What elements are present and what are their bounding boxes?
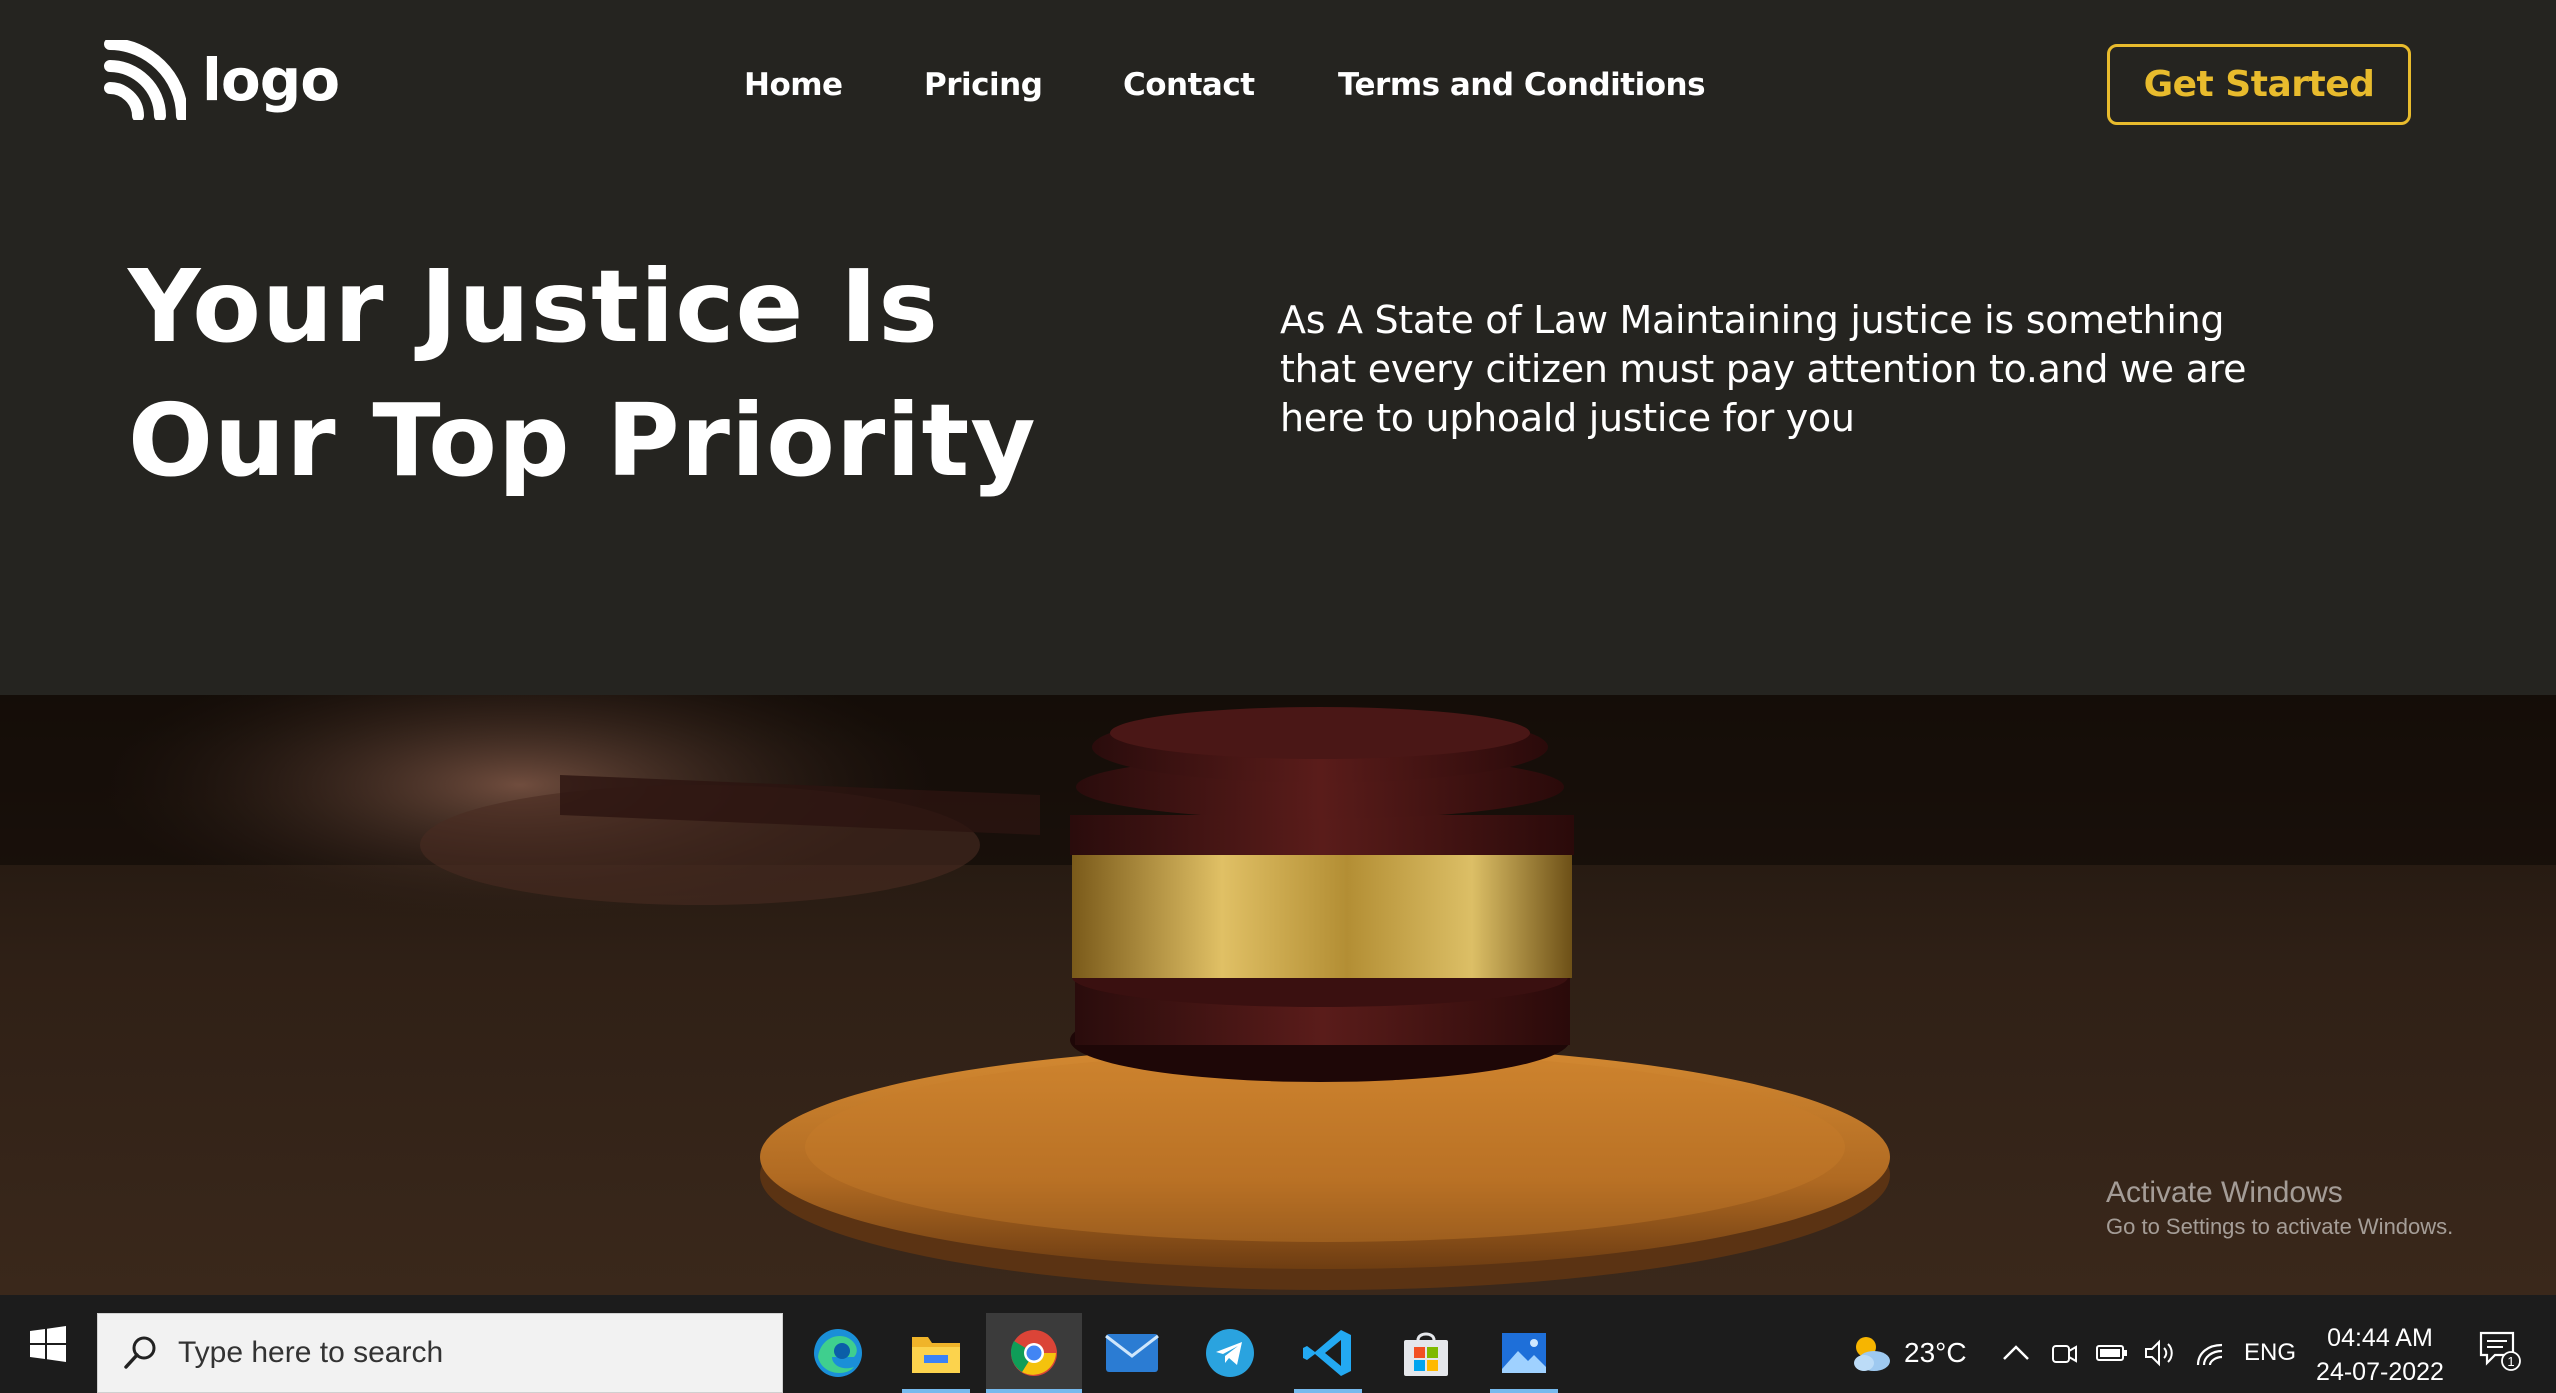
- vscode-icon: [1303, 1330, 1351, 1376]
- show-hidden-icons-button[interactable]: [1996, 1333, 2036, 1373]
- notification-center-button[interactable]: 1: [2474, 1325, 2524, 1375]
- taskbar-search-box[interactable]: Type here to search: [97, 1313, 783, 1393]
- site-header: logo Home Pricing Contact Terms and Cond…: [0, 0, 2556, 170]
- running-indicator: [1294, 1389, 1362, 1393]
- get-started-button[interactable]: Get Started: [2107, 44, 2411, 125]
- logo-icon: [104, 40, 186, 120]
- taskbar-clock[interactable]: 04:44 AM 24-07-2022: [2300, 1321, 2460, 1389]
- nav-link-home[interactable]: Home: [744, 60, 843, 110]
- search-placeholder: Type here to search: [178, 1336, 444, 1369]
- weather-widget[interactable]: 23°C: [1846, 1313, 1967, 1393]
- photos-icon: [1502, 1333, 1546, 1373]
- hero-title-line-2: Our Top Priority: [128, 382, 1037, 499]
- nav-link-pricing[interactable]: Pricing: [924, 60, 1043, 110]
- speaker-icon: [2145, 1339, 2173, 1367]
- telegram-app-button[interactable]: [1182, 1313, 1278, 1393]
- volume-button[interactable]: [2140, 1333, 2180, 1373]
- mail-app-button[interactable]: [1084, 1313, 1180, 1393]
- start-button[interactable]: [0, 1295, 96, 1393]
- chrome-app-button[interactable]: [986, 1313, 1082, 1393]
- notification-icon: 1: [2479, 1331, 2521, 1371]
- chrome-icon: [1010, 1330, 1057, 1376]
- battery-icon: [2096, 1345, 2127, 1361]
- camera-icon: [2052, 1345, 2077, 1363]
- hero-description: As A State of Law Maintaining justice is…: [1280, 298, 2247, 440]
- running-indicator: [1490, 1389, 1558, 1393]
- file-explorer-app-button[interactable]: [888, 1313, 984, 1393]
- search-icon: [124, 1336, 156, 1369]
- battery-button[interactable]: [2092, 1333, 2132, 1373]
- language-text: ENG: [2244, 1339, 2297, 1366]
- logo[interactable]: logo: [104, 40, 340, 120]
- file-explorer-icon: [912, 1337, 960, 1373]
- store-icon: [1404, 1332, 1448, 1376]
- edge-app-button[interactable]: [790, 1313, 886, 1393]
- windows-logo-icon: [30, 1326, 66, 1362]
- temperature-text: 23°C: [1904, 1337, 1967, 1368]
- network-button[interactable]: [2190, 1333, 2230, 1373]
- hero-title: Your Justice Is Our Top Priority: [128, 240, 1178, 508]
- photos-app-button[interactable]: [1476, 1313, 1572, 1393]
- mail-icon: [1105, 1334, 1159, 1372]
- watermark-subtitle: Go to Settings to activate Windows.: [2106, 1214, 2454, 1239]
- telegram-icon: [1206, 1329, 1254, 1377]
- nav-link-contact[interactable]: Contact: [1123, 60, 1255, 110]
- notification-count-badge: 1: [2507, 1354, 2514, 1369]
- watermark-title: Activate Windows: [2106, 1176, 2343, 1209]
- activate-windows-watermark: Activate Windows Go to Settings to activ…: [2106, 1174, 2453, 1242]
- input-language-button[interactable]: ENG: [2244, 1313, 2296, 1393]
- windows-taskbar: Type here to search 23°C ENG 04:44 AM 24…: [0, 1295, 2556, 1393]
- nav-link-terms[interactable]: Terms and Conditions: [1338, 60, 1706, 110]
- clock-time: 04:44 AM: [2327, 1324, 2433, 1352]
- weather-sun-cloud-icon: [1854, 1337, 1890, 1371]
- hero-title-line-1: Your Justice Is: [128, 248, 939, 365]
- vscode-app-button[interactable]: [1280, 1313, 1376, 1393]
- store-app-button[interactable]: [1378, 1313, 1474, 1393]
- running-indicator: [986, 1389, 1082, 1393]
- edge-icon: [814, 1329, 862, 1377]
- meet-now-button[interactable]: [2044, 1333, 2084, 1373]
- running-indicator: [902, 1389, 970, 1393]
- chevron-up-icon: [2003, 1345, 2029, 1360]
- clock-date: 24-07-2022: [2316, 1358, 2444, 1386]
- logo-text: logo: [202, 46, 340, 114]
- wifi-icon: [2196, 1343, 2223, 1366]
